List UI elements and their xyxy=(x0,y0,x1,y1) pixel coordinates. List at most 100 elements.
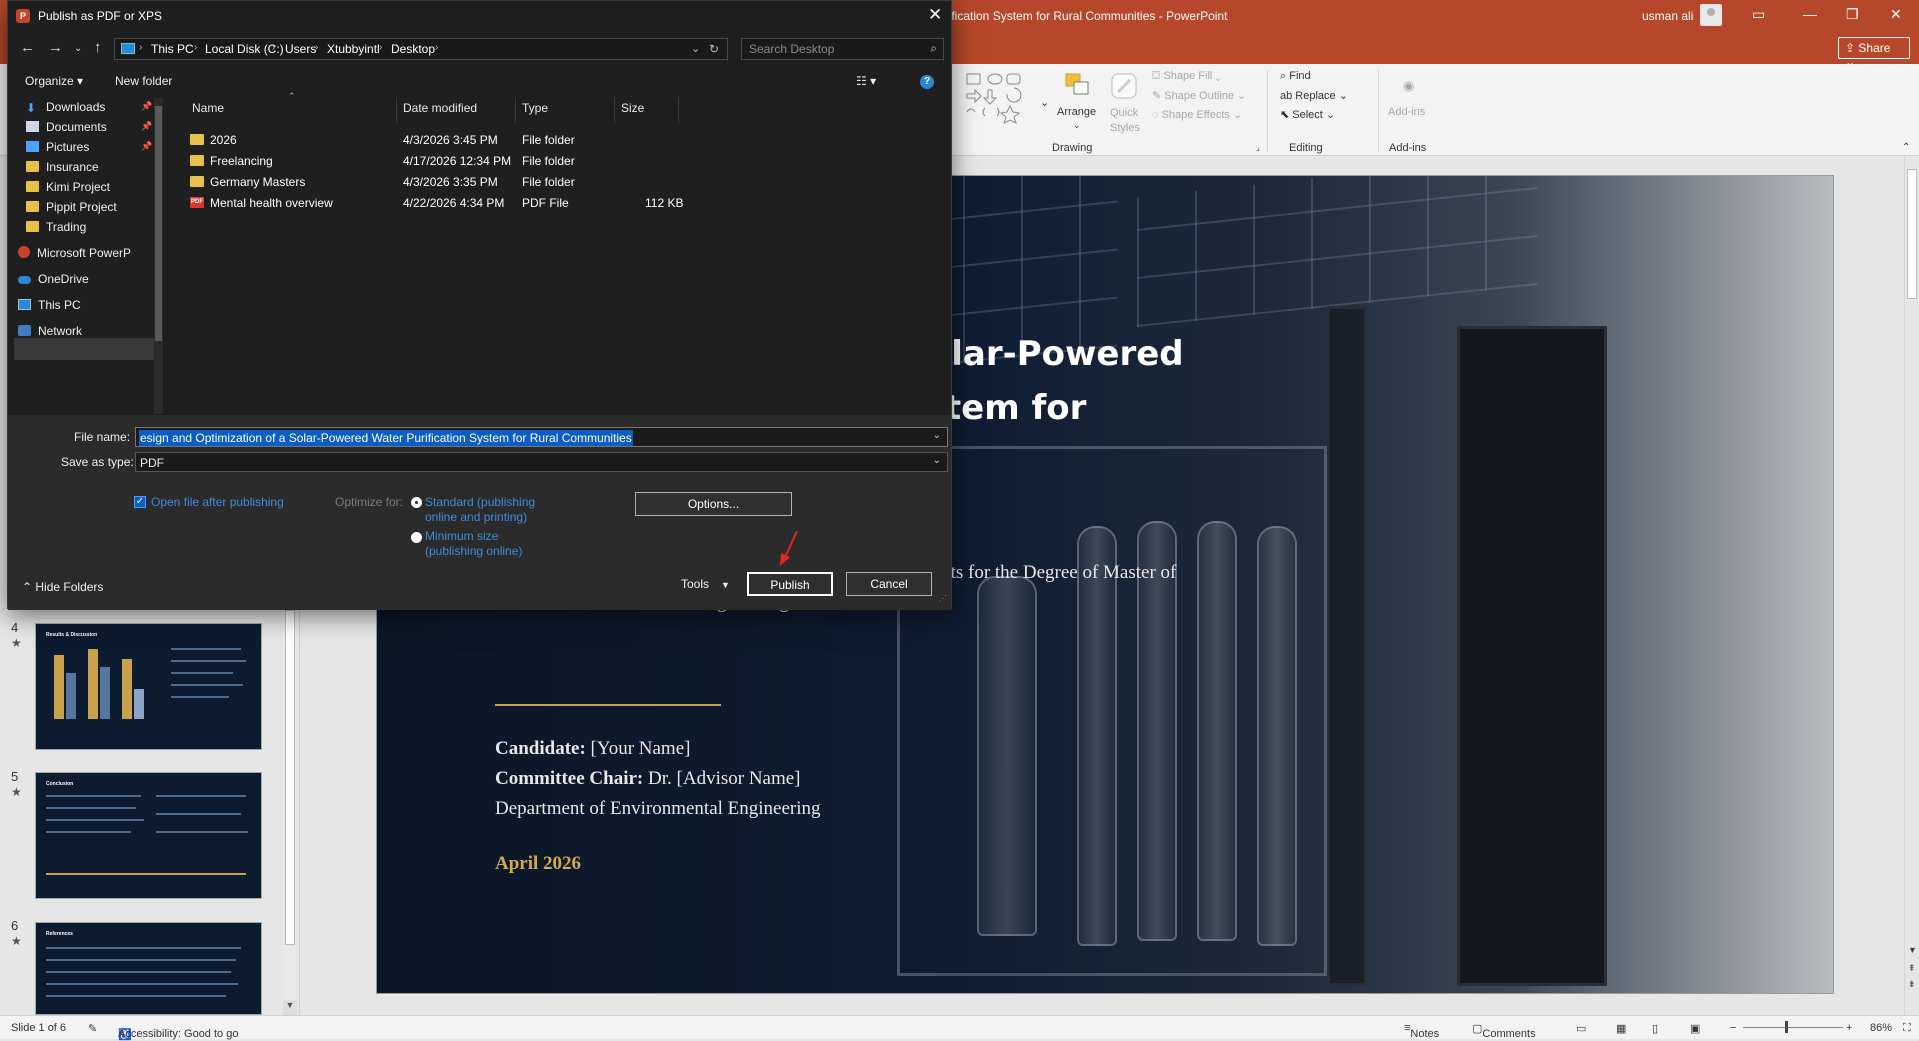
zoom-slider-thumb[interactable] xyxy=(1785,1021,1788,1033)
thumbnails-scrollbar[interactable]: ▼ xyxy=(283,610,297,1015)
column-name[interactable]: Name xyxy=(192,101,224,115)
recent-chevron-icon[interactable]: ⌄ xyxy=(74,43,82,54)
organize-menu[interactable]: Organize ▾ xyxy=(25,74,83,88)
minimum-size-radio[interactable] xyxy=(411,532,422,543)
view-options-icon[interactable]: ☷ ▾ xyxy=(856,74,876,88)
address-dropdown-icon[interactable]: ⌄ xyxy=(691,42,700,55)
column-divider[interactable] xyxy=(396,97,397,123)
save-type-select[interactable]: PDF ⌄ xyxy=(135,452,948,472)
next-slide-icon[interactable]: ⇟ xyxy=(1908,979,1916,990)
find-button[interactable]: ⌕ Find xyxy=(1280,70,1311,83)
user-name[interactable]: usman ali xyxy=(1642,9,1693,23)
standard-option-label[interactable]: Standard (publishing online and printing) xyxy=(425,495,535,525)
slide-thumbnail-5[interactable]: Conclusion xyxy=(35,772,262,899)
nav-item-trading[interactable]: Trading xyxy=(26,220,86,240)
hide-folders-button[interactable]: ⌃ Hide Folders xyxy=(22,580,103,594)
resize-grip-icon[interactable]: ⋰ xyxy=(939,594,947,603)
fit-slide-icon[interactable]: ⛶ xyxy=(1903,1022,1911,1035)
nav-item-kimi-project[interactable]: Kimi Project xyxy=(26,180,110,200)
breadcrumb-desktop[interactable]: Desktop xyxy=(391,42,435,56)
column-date[interactable]: Date modified xyxy=(403,101,477,115)
nav-item-onedrive[interactable]: OneDrive xyxy=(18,272,89,292)
shape-effects-button[interactable]: ◌ Shape Effects ⌄ xyxy=(1152,108,1242,121)
scrollbar-thumb[interactable] xyxy=(285,610,295,945)
nav-item-pictures[interactable]: Pictures 📌 xyxy=(26,140,152,160)
quick-styles-button[interactable]: Quick Styles xyxy=(1110,106,1140,136)
nav-item-documents[interactable]: Documents 📌 xyxy=(26,120,152,140)
open-after-label[interactable]: Open file after publishing xyxy=(151,495,284,509)
add-ins-button[interactable]: Add-ins xyxy=(1388,106,1425,118)
notes-button[interactable]: ≡ Notes xyxy=(1404,1022,1439,1040)
file-row[interactable]: 2026 4/3/2026 3:45 PM File folder xyxy=(188,130,748,150)
close-window-icon[interactable]: ✕ xyxy=(1890,6,1902,23)
close-icon[interactable]: ✕ xyxy=(928,5,942,25)
column-size[interactable]: Size xyxy=(621,101,644,115)
scrollbar-thumb[interactable] xyxy=(1907,169,1917,299)
restore-icon[interactable]: ❐ xyxy=(1846,6,1859,23)
scroll-down-icon[interactable]: ▼ xyxy=(283,1000,297,1015)
nav-item-microsoft-powerpoint[interactable]: Microsoft PowerP xyxy=(18,246,131,266)
nav-item-network[interactable]: Network xyxy=(18,324,82,344)
minimum-option-label[interactable]: Minimum size (publishing online) xyxy=(425,529,522,559)
scroll-down-icon[interactable]: ▼ xyxy=(1908,945,1917,955)
file-row[interactable]: Germany Masters 4/3/2026 3:35 PM File fo… xyxy=(188,172,748,192)
back-arrow-icon[interactable]: ← xyxy=(20,39,35,56)
share-button[interactable]: ⇪ Share ⌄ xyxy=(1838,37,1910,69)
editor-scrollbar[interactable]: ▼ ⇞ ⇟ xyxy=(1904,157,1919,1015)
breadcrumb-user[interactable]: Xtubbyintl xyxy=(327,42,380,56)
breadcrumb-this-pc[interactable]: This PC xyxy=(151,42,194,56)
minimize-icon[interactable]: — xyxy=(1803,6,1817,22)
zoom-in-icon[interactable]: + xyxy=(1846,1022,1852,1034)
file-row[interactable]: PDF Mental health overview 4/22/2026 4:3… xyxy=(188,193,748,213)
scrollbar-thumb[interactable] xyxy=(155,106,162,341)
refresh-icon[interactable]: ↻ xyxy=(709,42,719,56)
shape-outline-button[interactable]: ✎ Shape Outline ⌄ xyxy=(1152,89,1246,102)
shapes-gallery[interactable] xyxy=(955,72,1035,142)
slide-thumbnail-4[interactable]: Results & Discussion xyxy=(35,623,262,750)
standard-radio[interactable] xyxy=(411,497,422,508)
cancel-button[interactable]: Cancel xyxy=(846,572,932,596)
normal-view-icon[interactable]: ▭ xyxy=(1576,1022,1586,1035)
column-divider[interactable] xyxy=(515,97,516,123)
address-bar[interactable]: › This PC › Local Disk (C:) › Users › Xt… xyxy=(114,38,728,60)
ribbon-display-icon[interactable]: ▭ xyxy=(1752,6,1765,23)
drawing-launcher-icon[interactable]: ⌟ xyxy=(1256,143,1260,152)
avatar[interactable] xyxy=(1700,4,1722,26)
slide-sorter-icon[interactable]: ▦ xyxy=(1616,1022,1626,1035)
options-button[interactable]: Options... xyxy=(635,492,792,516)
zoom-level[interactable]: 86% xyxy=(1870,1022,1892,1034)
tools-menu[interactable]: Tools ▼ xyxy=(681,577,730,591)
replace-button[interactable]: ab Replace ⌄ xyxy=(1280,89,1348,102)
nav-item-pippit-project[interactable]: Pippit Project xyxy=(26,200,117,220)
arrange-button[interactable]: Arrange xyxy=(1057,106,1096,118)
spelling-icon[interactable]: ✎ xyxy=(88,1022,97,1035)
help-icon[interactable]: ? xyxy=(920,75,934,89)
comments-button[interactable]: ▢ Comments xyxy=(1472,1022,1536,1040)
up-arrow-icon[interactable]: ↑ xyxy=(94,39,102,56)
zoom-out-icon[interactable]: − xyxy=(1730,1022,1736,1034)
reading-view-icon[interactable]: ▯ xyxy=(1652,1022,1658,1035)
publish-button[interactable]: Publish xyxy=(747,572,833,596)
zoom-slider[interactable] xyxy=(1743,1027,1843,1028)
chevron-down-icon[interactable]: ⌄ xyxy=(933,455,941,466)
nav-item-downloads[interactable]: ⬇ Downloads 📌 xyxy=(26,100,152,120)
previous-slide-icon[interactable]: ⇞ xyxy=(1908,963,1916,974)
chevron-down-icon[interactable]: ⌄ xyxy=(933,430,941,441)
column-type[interactable]: Type xyxy=(522,101,548,115)
nav-item-this-pc[interactable]: This PC xyxy=(18,298,81,318)
slideshow-icon[interactable]: ▣ xyxy=(1690,1022,1700,1035)
collapse-ribbon-icon[interactable]: ⌃ xyxy=(1902,142,1910,153)
slide-thumbnail-6[interactable]: References xyxy=(35,922,262,1015)
breadcrumb-users[interactable]: Users xyxy=(285,42,316,56)
search-input[interactable]: Search Desktop ⌕ xyxy=(741,38,944,60)
column-divider[interactable] xyxy=(678,97,679,123)
new-folder-button[interactable]: New folder xyxy=(115,74,172,88)
forward-arrow-icon[interactable]: → xyxy=(48,39,63,56)
column-divider[interactable] xyxy=(614,97,615,123)
nav-scrollbar[interactable] xyxy=(154,98,163,414)
open-after-checkbox[interactable]: ✓ xyxy=(134,496,146,508)
nav-item-insurance[interactable]: Insurance xyxy=(26,160,99,180)
file-row[interactable]: Freelancing 4/17/2026 12:34 PM File fold… xyxy=(188,151,748,171)
select-button[interactable]: ⬉ Select ⌄ xyxy=(1280,108,1335,121)
file-name-input[interactable]: esign and Optimization of a Solar-Powere… xyxy=(135,427,948,447)
